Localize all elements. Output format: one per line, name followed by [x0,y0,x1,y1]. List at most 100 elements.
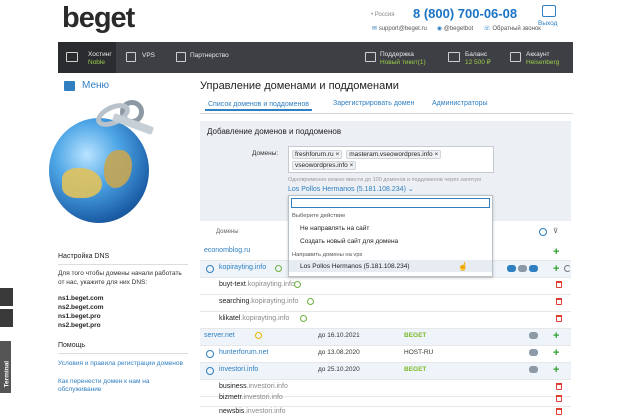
google-play-icon[interactable] [0,288,13,306]
warning-icon [255,332,262,339]
domain-tag[interactable]: freshforum.ru × [292,150,343,159]
apple-icon[interactable] [0,309,13,327]
status-ok-icon [307,298,314,305]
help-link-registration[interactable]: Условия и правила регистрации доменов [58,360,188,368]
mail-icon[interactable] [518,265,527,272]
filter-icon[interactable]: ⊽ [553,227,558,235]
redirect-icon[interactable] [529,265,538,272]
beget-logo[interactable]: beget [62,2,135,35]
phone-icon: ☏ [483,26,491,32]
nav-partnership-label: Партнерство [190,52,229,59]
globe-illustration [49,118,149,223]
vps-icon [126,52,136,62]
expand-icon[interactable] [206,350,214,358]
mail-icon[interactable] [529,332,538,339]
add-subdomain-icon[interactable]: + [553,247,559,258]
subdomain-name[interactable]: newsbis.investori.info [219,408,286,415]
domain-tag[interactable]: vseowordpres.info × [292,161,357,170]
ns-4: ns2.beget.pro [58,322,101,329]
nav-account-label: Аккаунт [526,51,550,58]
contact-links: ✉ support@beget.ru ◉ @begetbot ☏ Обратны… [372,25,541,32]
nav-partnership[interactable]: Партнерство [176,42,246,73]
dropdown-group-action: Выберите действие [292,213,346,219]
tab-administrators[interactable]: Администраторы [432,100,488,107]
partnership-icon [176,52,186,62]
nav-support-label: Поддержка [380,51,414,58]
add-subdomain-icon[interactable]: + [553,264,559,275]
delete-icon[interactable] [556,383,562,390]
tab-register-domain[interactable]: Зарегистрировать домен [333,100,414,107]
dropdown-item-new-site[interactable]: Создать новый сайт для домена [300,238,398,245]
domain-name[interactable]: kopirayting.info [219,264,266,271]
col-domains[interactable]: Домены [216,229,239,235]
region-selector[interactable]: • Россия [371,12,394,18]
nav-balance-sub: 12 500 ₽ [465,58,491,66]
subdomain-name[interactable]: buyt-text.kopirayting.info [219,281,295,288]
divider [58,353,188,354]
ns-2: ns2.beget.com [58,304,104,311]
domain-ns: BEGET [404,332,427,339]
site-selector[interactable]: Los Pollos Hermanos (5.181.108.234) ⌄ [288,185,414,193]
domains-hint: Одновременно можно ввести до 100 доменов… [288,177,482,183]
domain-name[interactable]: economblog.ru [204,247,250,254]
nav-vps[interactable]: VPS [126,42,166,73]
delete-icon[interactable] [556,408,562,415]
status-ok-icon [275,265,282,272]
domain-name[interactable]: investori.info [219,366,258,373]
domain-name[interactable]: server.net [204,332,235,339]
dropdown-item-no-site[interactable]: Не направлять на сайт [300,225,369,232]
domain-tag[interactable]: masteram.vseowordpres.info × [346,150,442,159]
delete-icon[interactable] [556,395,562,402]
tab-underline [200,113,573,114]
menu-button[interactable]: Меню [82,80,109,91]
dropdown-search-input[interactable] [291,198,490,208]
nav-vps-label: VPS [142,52,156,59]
settings-icon[interactable] [539,228,547,236]
subdomain-name[interactable]: bizmetr.investori.info [219,394,283,401]
support-icon [365,52,376,62]
callback-link[interactable]: ☏ Обратный звонок [483,25,541,32]
hand-cursor-icon: ☝ [458,262,468,271]
dns-text: Для того чтобы домены начали работать от… [58,270,182,286]
terminal-label[interactable]: Terminal [4,350,11,388]
support-email-link[interactable]: ✉ support@beget.ru [372,25,427,32]
mail-icon[interactable] [529,366,538,373]
nav-hosting[interactable]: Хостинг Noble [58,42,116,73]
divider [58,264,188,265]
globe-land [62,168,102,198]
nav-account[interactable]: Аккаунт Heisenberg [510,42,572,73]
nav-support[interactable]: Поддержка Новый тикет(1) [365,42,433,73]
add-subdomain-icon[interactable]: + [553,348,559,359]
exit-icon[interactable] [542,5,556,17]
status-ok-icon [294,281,301,288]
tab-domain-list[interactable]: Список доменов и поддоменов [205,100,312,111]
dns-icon[interactable] [507,265,516,272]
nav-balance[interactable]: Баланс 12 500 ₽ [448,42,503,73]
subdomain-name[interactable]: searching.kopirayting.info [219,298,298,305]
subdomain-name[interactable]: business.investori.info [219,383,288,390]
mail-icon[interactable] [529,349,538,356]
help-title: Помощь [58,342,86,349]
expand-icon[interactable] [206,367,214,375]
refresh-icon[interactable] [564,265,571,272]
nav-support-sub: Новый тикет(1) [380,58,426,66]
wallet-icon [448,52,460,62]
help-link-transfer[interactable]: Как перенести домен к нам на обслуживани… [58,378,188,394]
dns-title: Настройка DNS [58,253,110,260]
delete-icon[interactable] [556,315,562,322]
add-subdomain-icon[interactable]: + [553,365,559,376]
add-subdomain-icon[interactable]: + [553,331,559,342]
top-header: beget • Россия 8 (800) 700-06-08 Выход ✉… [0,0,631,42]
menu-icon[interactable] [64,81,75,91]
dropdown-item-vps[interactable]: Los Pollos Hermanos (5.181.108.234) [300,263,409,270]
delete-icon[interactable] [556,281,562,288]
expand-icon[interactable] [206,265,214,273]
domain-name[interactable]: hunterforum.net [219,349,268,356]
telegram-link[interactable]: ◉ @begetbot [437,25,473,32]
domain-expiry: до 13.08.2020 [318,349,360,356]
domain-expiry: до 25.10.2020 [318,366,360,373]
domains-input[interactable]: freshforum.ru × masteram.vseowordpres.in… [288,146,494,173]
chevron-down-icon: ⌄ [407,186,414,193]
delete-icon[interactable] [556,298,562,305]
subdomain-name[interactable]: klikatel.kopirayting.info [219,315,289,322]
